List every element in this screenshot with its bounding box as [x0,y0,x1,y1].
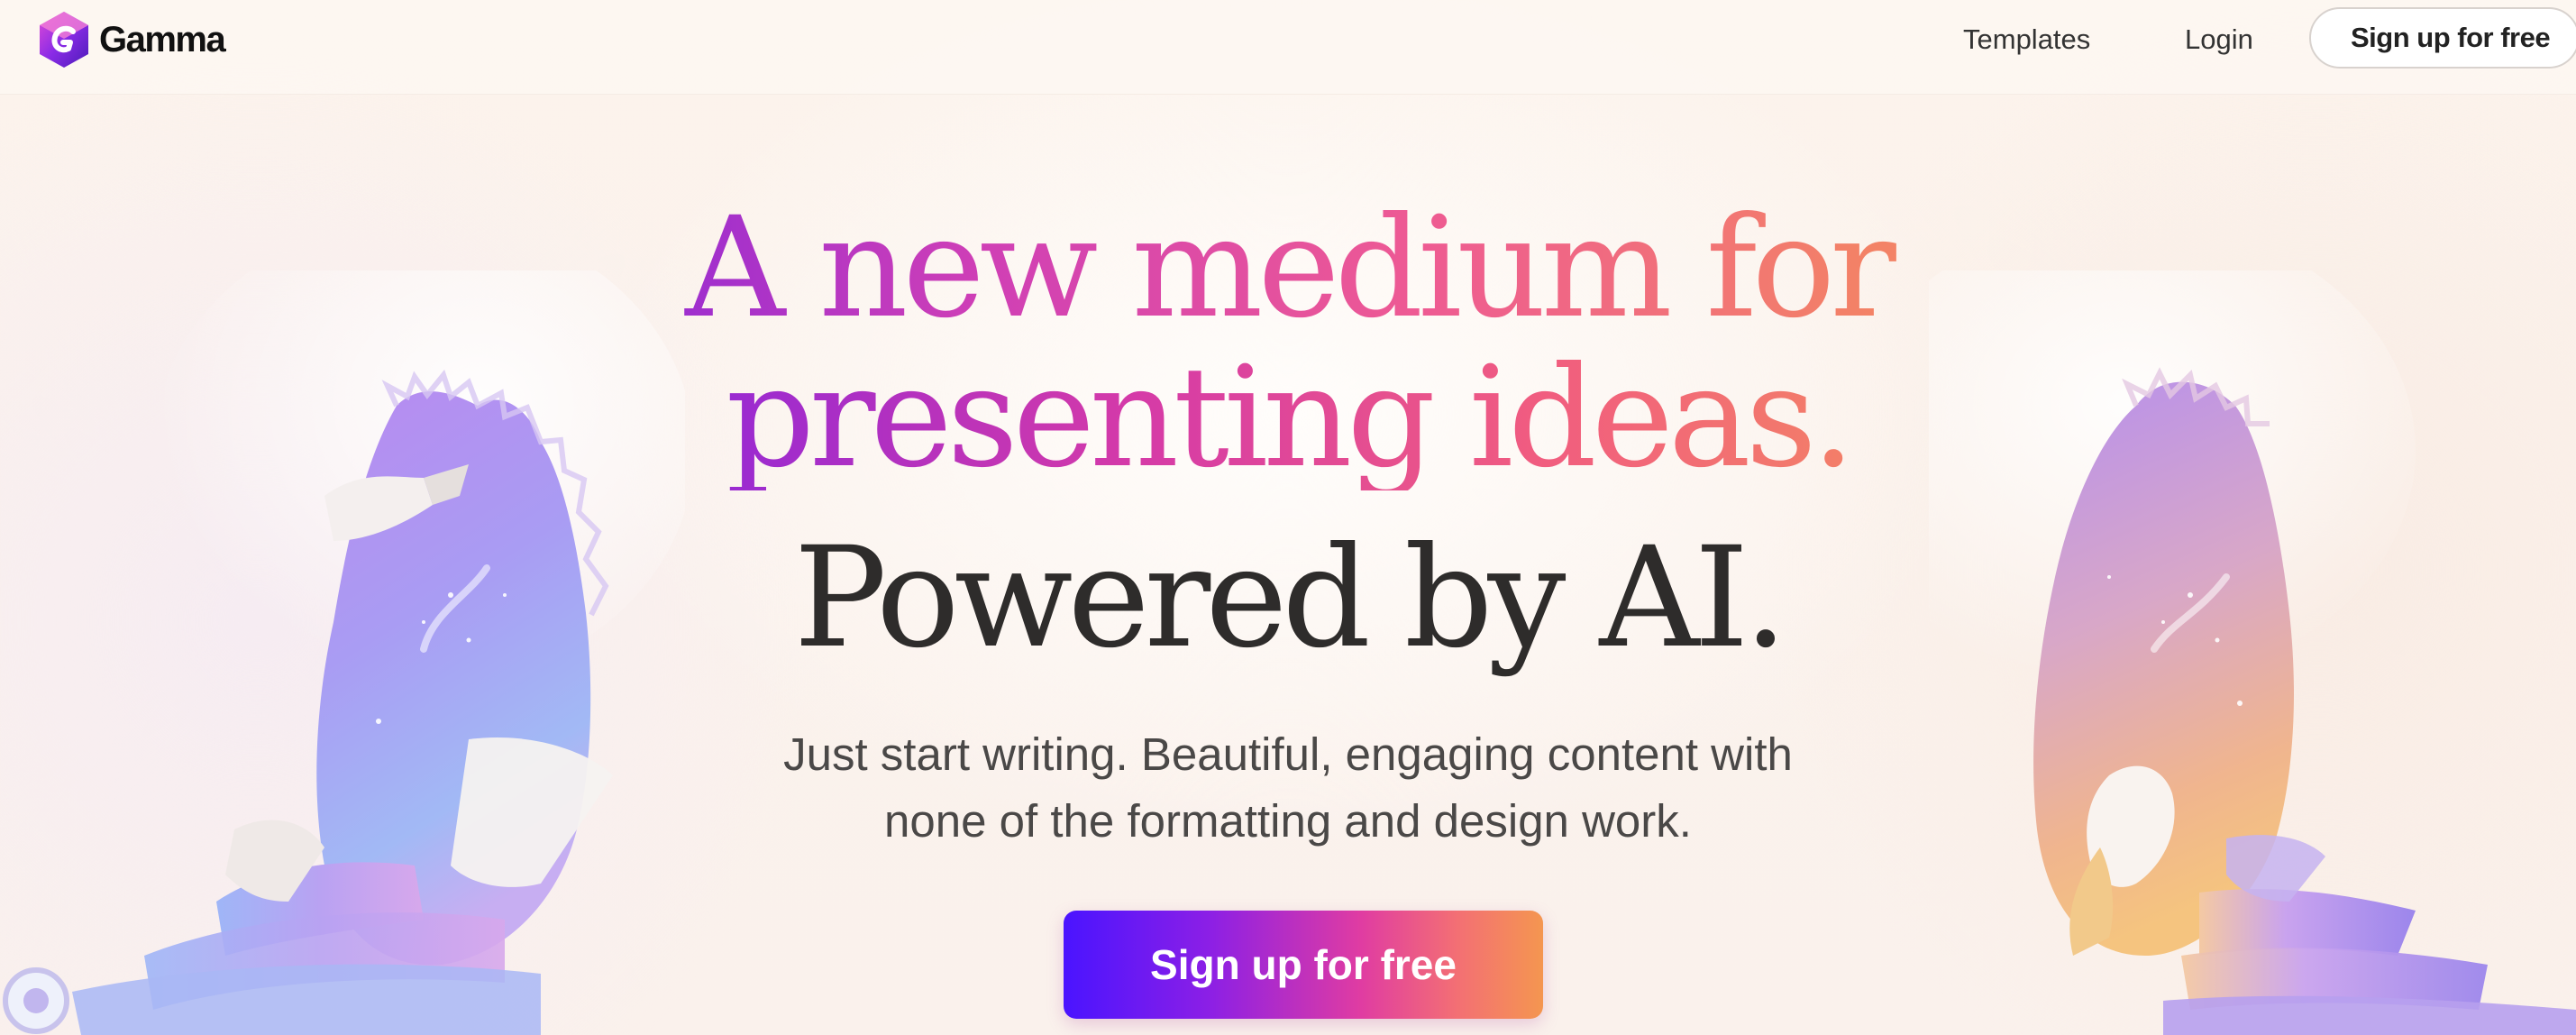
top-nav: Gamma Templates Login Sign up for free [0,0,2576,95]
headline-line-2: presenting ideas. [0,346,2576,490]
headline-line-1: A new medium for [0,197,2576,341]
brand-name: Gamma [99,19,226,60]
gamma-logo-icon [38,10,90,69]
subtitle-line-2: none of the formatting and design work. [884,795,1692,847]
subtitle-line-1: Just start writing. Beautiful, engaging … [783,728,1793,780]
headline-line-3: Powered by AI. [793,518,1788,679]
home-link[interactable]: Gamma [38,7,226,72]
nav-login-link[interactable]: Login [2185,18,2253,61]
hero-signup-button[interactable]: Sign up for free [1064,911,1543,1019]
nav-templates-link[interactable]: Templates [1963,18,2090,61]
nav-signup-button[interactable]: Sign up for free [2309,7,2576,69]
hero-subtitle: Just start writing. Beautiful, engaging … [0,721,2576,855]
